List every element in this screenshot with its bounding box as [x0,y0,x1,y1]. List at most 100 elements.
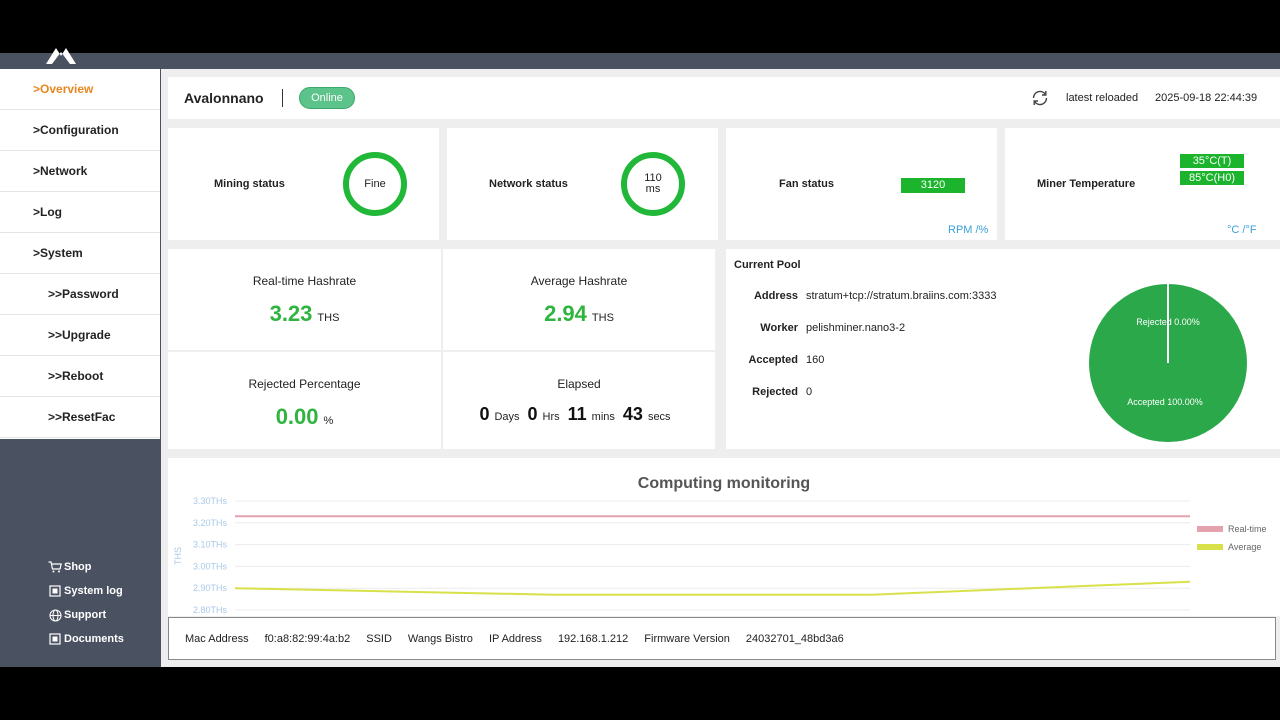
document-icon [48,632,62,646]
sidebar-item-configuration[interactable]: >Configuration [0,110,160,151]
shop-link[interactable]: Shop [48,555,124,579]
mining-status-value: Fine [364,177,386,190]
sidebar-links: Shop System log Support Documents [48,555,124,651]
elapsed-title: Elapsed [557,377,601,391]
elapsed-days-value: 0 [479,404,490,424]
main-content: Avalonnano Online latest reloaded 2025-0… [161,69,1280,667]
average-hashrate-readout: 2.94 THS [443,301,715,327]
chart-legend: Real-time Average [1197,524,1267,552]
temperature-value-t: 35°C(T) [1179,153,1245,169]
rejected-percentage-unit: % [323,415,334,427]
documents-link-label: Documents [64,633,124,645]
fan-unit-toggle[interactable]: RPM /% [948,224,988,236]
globe-icon [48,608,62,622]
sidebar: >Overview >Configuration >Network >Log >… [0,69,161,667]
support-link[interactable]: Support [48,603,124,627]
reload-icon[interactable] [1030,89,1050,107]
realtime-hashrate-value: 3.23 [269,301,313,326]
pool-key: Accepted [748,354,798,366]
top-bar [0,53,1280,69]
system-log-link[interactable]: System log [48,579,124,603]
pool-value: pelishminer.nano3-2 [806,322,906,334]
chart-lines [234,515,1191,596]
ip-address-value: 192.168.1.212 [557,632,629,645]
elapsed-mins-value: 11 [567,404,587,424]
elapsed-hrs-value: 0 [527,404,538,424]
elapsed-days-unit: Days [494,411,520,423]
mac-address-label: Mac Address [185,632,249,645]
chart-y-tick-label: 3.00THs [193,561,228,571]
sidebar-item-password[interactable]: >>Password [0,274,160,315]
chart-y-tick-label: 2.90THs [193,583,228,593]
mining-status-label: Mining status [214,178,285,190]
app-root: >Overview >Configuration >Network >Log >… [0,0,1280,720]
elapsed-card: Elapsed 0 Days 0 Hrs 11 mins 43 secs [443,352,715,449]
mac-address-value: f0:a8:82:99:4a:b2 [264,632,351,645]
elapsed-secs-value: 43 [622,404,643,424]
average-hashrate-title: Average Hashrate [530,274,628,288]
elapsed-mins-unit: mins [591,411,615,423]
temperature-unit-toggle[interactable]: °C /°F [1227,224,1257,236]
ip-address-label: IP Address [488,632,542,645]
sidebar-item-system[interactable]: >System [0,233,160,274]
cart-icon [48,560,62,574]
network-status-card: Network status 110 ms [447,128,718,240]
sidebar-menu: >Overview >Configuration >Network >Log >… [0,69,160,439]
ssid-value: Wangs Bistro [407,632,473,645]
network-status-label: Network status [489,178,568,190]
pool-value: stratum+tcp://stratum.braiins.com:3333 [806,290,997,302]
pool-key: Rejected [752,386,798,398]
sidebar-item-upgrade[interactable]: >>Upgrade [0,315,160,356]
device-header: Avalonnano Online latest reloaded 2025-0… [168,77,1280,119]
firmware-version-label: Firmware Version [644,632,730,645]
realtime-hashrate-title: Real-time Hashrate [252,274,357,288]
pool-share-pie: Rejected 0.00% Accepted 100.00% [1089,284,1247,442]
log-icon [48,584,62,598]
sidebar-item-reboot[interactable]: >>Reboot [0,356,160,397]
sidebar-item-resetfac[interactable]: >>ResetFac [0,397,160,438]
documents-link[interactable]: Documents [48,627,124,651]
legend-swatch[interactable] [1197,526,1223,532]
device-name: Avalonnano [184,90,264,106]
sidebar-item-overview[interactable]: >Overview [0,69,160,110]
chart-grid [235,500,1190,611]
mining-status-card: Mining status Fine [168,128,439,240]
reload-timestamp: 2025-09-18 22:44:39 [1155,92,1258,104]
elapsed-secs-unit: secs [647,411,671,423]
rejected-percentage-readout: 0.00% [168,404,441,430]
rejected-percentage-card: Rejected Percentage 0.00% [168,352,441,449]
pool-key: Address [753,290,798,302]
status-badge: Online [299,87,355,109]
temperature-value-h0: 85°C(H0) [1179,170,1245,186]
mining-status-ring: Fine [343,152,407,216]
computing-monitoring-card: Computing monitoring 3.30THs 3.20THs 3.10T… [168,458,1280,616]
average-hashrate-value: 2.94 [544,301,587,326]
pool-value: 160 [806,354,825,366]
chart-y-tick-label: 3.10THs [193,540,228,550]
chart-y-tick-label: 3.30THs [193,496,228,506]
realtime-hashrate-unit: THS [317,312,340,324]
support-link-label: Support [64,609,107,621]
temperature-card: Miner Temperature 35°C(T) 85°C(H0) °C /°… [1005,128,1280,240]
temperature-label: Miner Temperature [1037,178,1136,190]
network-latency-unit: ms [645,183,661,195]
computing-chart: 3.30THs 3.20THs 3.10THs 3.00THs 2.90THs 2.80T… [173,496,1267,615]
pie-label-rejected: Rejected 0.00% [1136,317,1200,327]
elapsed-hrs-unit: Hrs [542,411,560,423]
sidebar-item-log[interactable]: >Log [0,192,160,233]
pool-value: 0 [806,386,813,398]
average-hashrate-card: Average Hashrate 2.94 THS [443,249,715,350]
realtime-hashrate-readout: 3.23 THS [168,301,441,327]
legend-label[interactable]: Real-time [1228,524,1267,534]
sidebar-item-network[interactable]: >Network [0,151,160,192]
pool-title: Current Pool [734,259,801,271]
legend-swatch[interactable] [1197,544,1223,550]
rejected-percentage-title: Rejected Percentage [248,377,361,391]
firmware-version-value: 24032701_48bd3a6 [745,632,844,645]
chart-y-ticks: 3.30THs 3.20THs 3.10THs 3.00THs 2.90THs 2.80T… [193,496,228,615]
realtime-hashrate-card: Real-time Hashrate 3.23 THS [168,249,441,350]
chart-y-axis-label: THS [173,547,183,565]
legend-label[interactable]: Average [1228,542,1261,552]
fan-speed-value: 3120 [900,177,966,194]
header-divider [282,89,283,107]
